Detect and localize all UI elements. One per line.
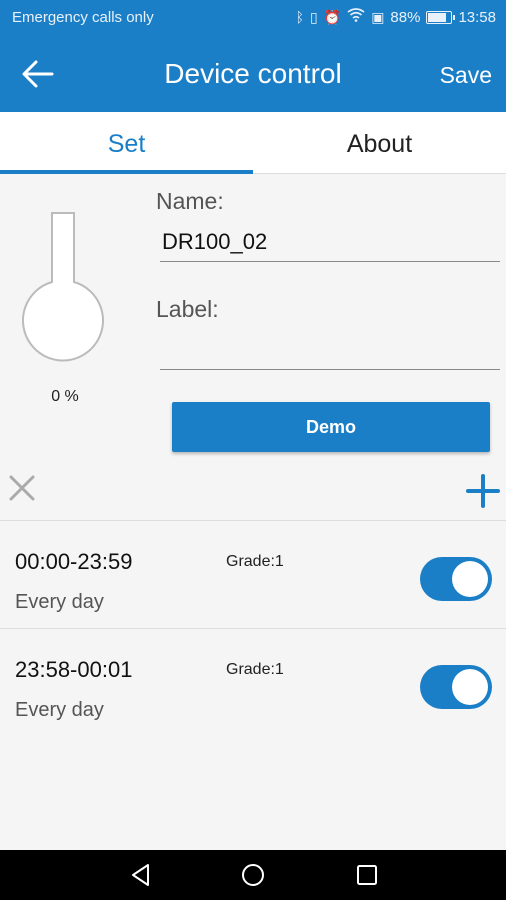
page-title: Device control [164, 58, 342, 89]
schedule-time: 00:00-23:59 [15, 549, 133, 574]
flask-level-icon [22, 212, 104, 362]
status-bar: Emergency calls only ᛒ ▯ ⏰ ▣ 88% 13:58 [0, 0, 506, 36]
alarm-icon: ⏰ [323, 9, 342, 25]
tab-set[interactable]: Set [0, 112, 253, 174]
close-icon[interactable] [8, 474, 36, 502]
save-button[interactable]: Save [440, 62, 492, 89]
schedule-toggle[interactable] [420, 665, 492, 709]
battery-percent: 88% [390, 8, 421, 26]
carrier-text: Emergency calls only [12, 9, 154, 26]
schedule-list: 00:00-23:59 Every day Grade:1 23:58-00:0… [0, 520, 506, 736]
name-field[interactable] [160, 222, 500, 262]
battery-saver-icon: ▣ [371, 9, 385, 25]
battery-icon [426, 10, 456, 24]
recents-square-icon[interactable] [354, 862, 380, 888]
list-item[interactable]: 00:00-23:59 Every day Grade:1 [0, 520, 506, 628]
wifi-icon [347, 8, 365, 26]
schedule-grade: Grade:1 [226, 553, 284, 570]
name-label: Name: [156, 188, 224, 214]
tab-about[interactable]: About [253, 112, 506, 174]
schedule-grade: Grade:1 [226, 661, 284, 678]
list-item[interactable]: 23:58-00:01 Every day Grade:1 [0, 628, 506, 736]
schedule-repeat: Every day [15, 591, 104, 613]
label-field[interactable] [160, 330, 500, 370]
tab-indicator [0, 170, 253, 174]
tab-bar: Set About [0, 112, 506, 174]
plus-icon[interactable] [466, 474, 500, 508]
system-nav-bar [0, 850, 506, 900]
clock: 13:58 [458, 8, 496, 26]
vibrate-icon: ▯ [310, 9, 318, 25]
demo-button[interactable]: Demo [172, 402, 490, 452]
fill-percent-label: 0 % [51, 388, 79, 405]
toggle-knob [452, 669, 488, 705]
home-circle-icon[interactable] [240, 862, 266, 888]
schedule-time: 23:58-00:01 [15, 657, 133, 682]
status-icons: ᛒ ▯ ⏰ ▣ 88% 13:58 [296, 8, 496, 26]
app-bar: Device control Save [0, 36, 506, 112]
label-label: Label: [156, 296, 219, 322]
schedule-toggle[interactable] [420, 557, 492, 601]
bluetooth-icon: ᛒ [295, 9, 305, 25]
back-triangle-icon[interactable] [128, 862, 154, 888]
schedule-repeat: Every day [15, 699, 104, 721]
toggle-knob [452, 561, 488, 597]
